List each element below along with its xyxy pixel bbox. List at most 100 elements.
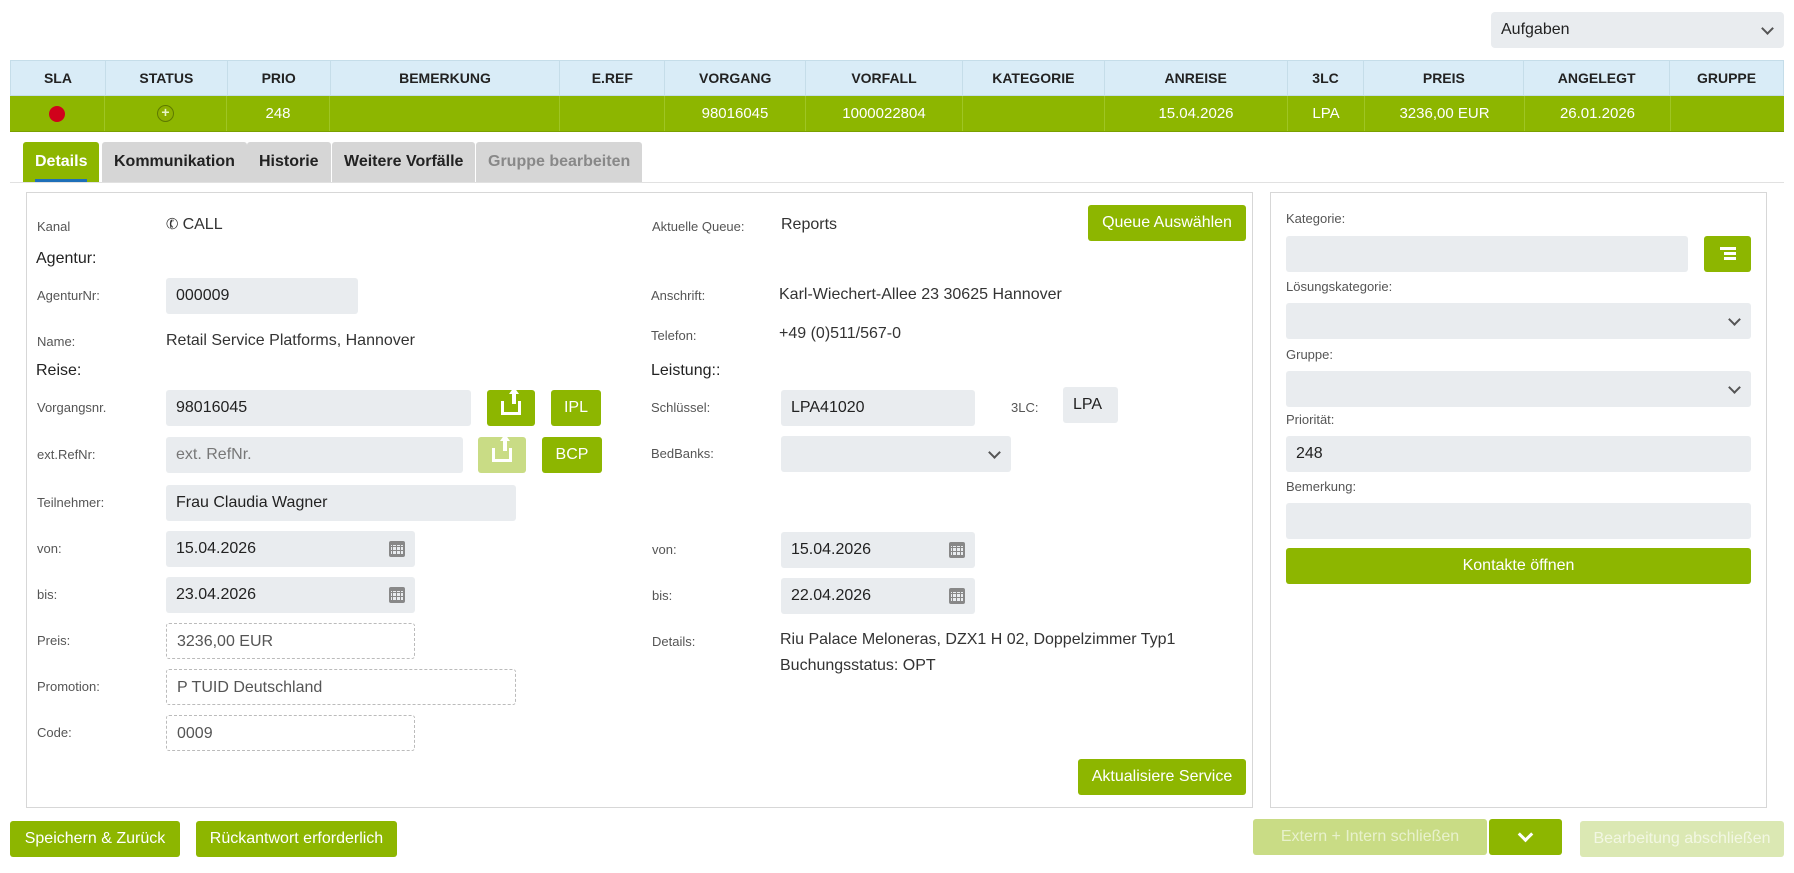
col-header-vorfall[interactable]: VORFALL — [806, 61, 963, 95]
close-options-dropdown-button[interactable] — [1489, 819, 1562, 855]
details-value-line-2: Buchungsstatus: OPT — [780, 657, 936, 674]
upload-extref-button — [478, 434, 526, 473]
cell-3lc: LPA — [1288, 96, 1365, 131]
cell-bemerkung — [330, 96, 560, 131]
bis-date-field[interactable]: 23.04.2026 — [166, 577, 415, 613]
details-panel: Kanal ✆CALL Agentur: AgenturNr: 000009 N… — [26, 192, 1253, 808]
leistung-von-value: 15.04.2026 — [791, 541, 872, 558]
col-header-bemerkung[interactable]: BEMERKUNG — [331, 61, 561, 95]
bemerkung-label: Bemerkung: — [1286, 479, 1357, 494]
upload-icon — [501, 387, 521, 415]
chevron-down-icon — [1728, 313, 1741, 326]
update-service-button[interactable]: Aktualisiere Service — [1078, 759, 1246, 795]
loesungskategorie-label: Lösungskategorie: — [1286, 279, 1393, 294]
col-header-angelegt[interactable]: ANGELEGT — [1524, 61, 1671, 95]
tab-historie[interactable]: Historie — [247, 142, 331, 182]
promotion-label: Promotion: — [37, 679, 100, 694]
col-header-sla[interactable]: SLA — [11, 61, 106, 95]
chevron-down-icon — [1761, 22, 1774, 35]
reise-section-title: Reise: — [36, 362, 82, 379]
agenturnr-field[interactable]: 000009 — [166, 278, 358, 314]
bemerkung-field[interactable] — [1286, 503, 1751, 539]
loesungskategorie-select[interactable] — [1286, 303, 1751, 339]
tab-kommunikation[interactable]: Kommunikation — [102, 142, 247, 182]
save-back-button[interactable]: Speichern & Zurück — [10, 821, 180, 857]
close-extern-intern-button: Extern + Intern schließen — [1253, 819, 1487, 855]
leistung-bis-date-field[interactable]: 22.04.2026 — [781, 578, 975, 614]
upload-vorgang-button[interactable] — [487, 387, 535, 426]
upload-icon — [492, 434, 512, 462]
tab-gruppe-bearbeiten: Gruppe bearbeiten — [476, 142, 643, 182]
task-select-value: Aufgaben — [1501, 21, 1570, 38]
chevron-down-icon — [988, 446, 1001, 459]
cell-vorgang: 98016045 — [665, 96, 806, 131]
ipl-button[interactable]: IPL — [551, 390, 601, 426]
col-header-anreise[interactable]: ANREISE — [1105, 61, 1288, 95]
chevron-down-icon — [1728, 381, 1741, 394]
col-header-prio[interactable]: PRIO — [228, 61, 331, 95]
teilnehmer-field[interactable]: Frau Claudia Wagner — [166, 485, 516, 521]
von-date-field[interactable]: 15.04.2026 — [166, 531, 415, 567]
plus-circle-icon[interactable]: + — [157, 105, 174, 122]
finish-processing-button: Bearbeitung abschließen — [1580, 821, 1784, 857]
prioritaet-label: Priorität: — [1286, 412, 1335, 427]
von-label: von: — [37, 541, 62, 556]
col-header-preis[interactable]: PREIS — [1364, 61, 1525, 95]
prioritaet-field[interactable]: 248 — [1286, 436, 1751, 472]
sla-indicator-icon — [49, 105, 65, 122]
cell-gruppe — [1671, 96, 1784, 131]
calendar-icon[interactable] — [389, 541, 405, 557]
table-header: SLA STATUS PRIO BEMERKUNG E.REF VORGANG … — [10, 60, 1784, 96]
von-date-value: 15.04.2026 — [176, 540, 257, 557]
col-header-3lc[interactable]: 3LC — [1288, 61, 1365, 95]
tab-divider — [10, 182, 1784, 183]
task-select[interactable]: Aufgaben — [1491, 12, 1784, 48]
col-header-vorgang[interactable]: VORGANG — [665, 61, 807, 95]
3lc-field[interactable]: LPA — [1063, 387, 1118, 423]
kontakte-oeffnen-button[interactable]: Kontakte öffnen — [1286, 548, 1751, 584]
promotion-field: P TUID Deutschland — [166, 669, 516, 705]
extref-field[interactable]: ext. RefNr. — [166, 437, 463, 473]
tab-weitere-vorfaelle[interactable]: Weitere Vorfälle — [332, 142, 476, 182]
vorgangsnr-label: Vorgangsnr. — [37, 400, 107, 415]
side-panel: Kategorie: Lösungskategorie: Gruppe: Pri… — [1270, 192, 1767, 808]
extref-label: ext.RefNr: — [37, 447, 96, 462]
reply-required-button[interactable]: Rückantwort erforderlich — [196, 821, 397, 857]
bedbanks-select[interactable] — [781, 436, 1011, 472]
calendar-icon[interactable] — [949, 542, 965, 558]
calendar-icon[interactable] — [389, 587, 405, 603]
table-row[interactable]: + 248 98016045 1000022804 15.04.2026 LPA… — [10, 96, 1784, 132]
col-header-eref[interactable]: E.REF — [560, 61, 666, 95]
chevron-down-icon — [1517, 826, 1534, 842]
bcp-button[interactable]: BCP — [542, 437, 602, 473]
col-header-gruppe[interactable]: GRUPPE — [1670, 61, 1783, 95]
name-value: Retail Service Platforms, Hannover — [166, 332, 415, 349]
tab-details[interactable]: Details — [23, 142, 100, 182]
bis-label: bis: — [37, 587, 58, 602]
code-field: 0009 — [166, 715, 415, 751]
cell-vorfall: 1000022804 — [806, 96, 963, 131]
col-header-status[interactable]: STATUS — [106, 61, 228, 95]
kategorie-tree-button[interactable] — [1704, 236, 1751, 272]
calendar-icon[interactable] — [949, 588, 965, 604]
schluessel-field[interactable]: LPA41020 — [781, 390, 975, 426]
col-header-kategorie[interactable]: KATEGORIE — [963, 61, 1105, 95]
kanal-value: CALL — [182, 216, 223, 233]
kategorie-field[interactable] — [1286, 236, 1688, 272]
kategorie-label: Kategorie: — [1286, 211, 1346, 226]
3lc-label: 3LC: — [1011, 400, 1039, 415]
preis-field: 3236,00 EUR — [166, 623, 415, 659]
cell-prio: 248 — [227, 96, 330, 131]
leistung-von-date-field[interactable]: 15.04.2026 — [781, 532, 975, 568]
details-label: Details: — [652, 634, 696, 649]
queue-select-button[interactable]: Queue Auswählen — [1088, 205, 1246, 241]
gruppe-select[interactable] — [1286, 371, 1751, 407]
bis-date-value: 23.04.2026 — [176, 586, 257, 603]
bedbanks-label: BedBanks: — [651, 446, 714, 461]
gruppe-label: Gruppe: — [1286, 347, 1333, 362]
tree-icon — [1719, 247, 1736, 261]
telefon-value: +49 (0)511/567-0 — [779, 325, 902, 342]
vorgangsnr-field[interactable]: 98016045 — [166, 390, 471, 426]
anschrift-value: Karl-Wiechert-Allee 23 30625 Hannover — [779, 286, 1062, 303]
leistung-bis-label: bis: — [652, 588, 673, 603]
